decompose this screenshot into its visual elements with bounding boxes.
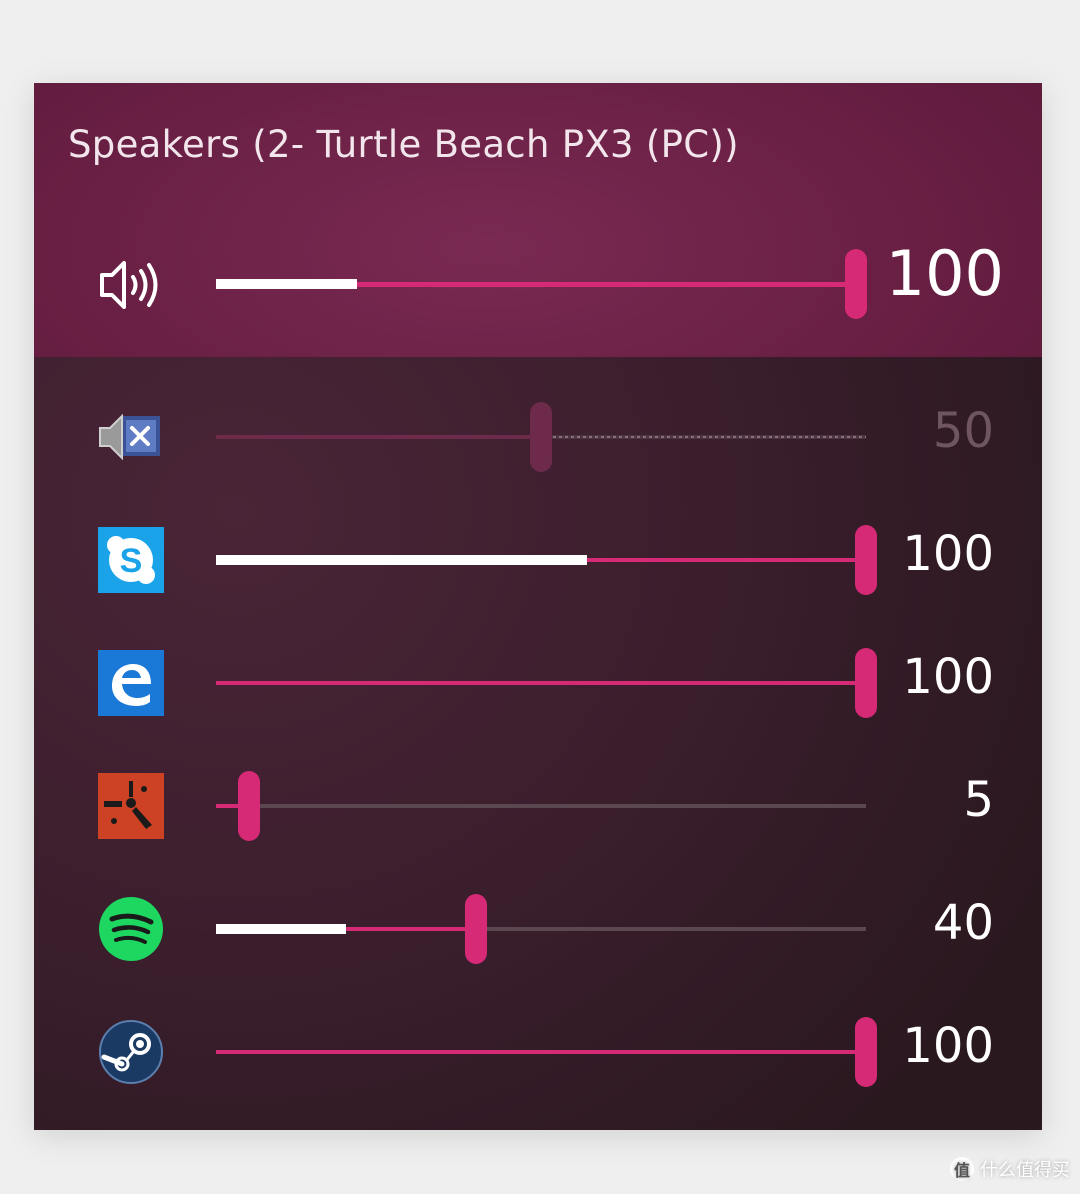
device-header: Speakers (2- Turtle Beach PX3 (PC)) 100 [34, 83, 1042, 357]
app-row-rust: 5 [34, 766, 1042, 846]
rust-game-icon[interactable] [96, 771, 166, 841]
app-volume-thumb[interactable] [855, 648, 877, 718]
app-volume-thumb[interactable] [530, 402, 552, 472]
master-volume-slider[interactable] [216, 249, 867, 319]
svg-text:S: S [120, 542, 143, 580]
app-volume-dotted-track [541, 436, 866, 438]
app-volume-fill [216, 1050, 866, 1054]
edge-icon[interactable] [96, 648, 166, 718]
app-volume-fill [216, 435, 541, 439]
app-volume-list: 50 S 100 100 5 40 100 [34, 357, 1042, 1130]
master-volume-value: 100 [885, 237, 1004, 310]
app-peak-meter [216, 924, 346, 934]
app-volume-slider[interactable] [216, 402, 866, 472]
app-volume-value: 100 [902, 1018, 994, 1074]
app-volume-thumb[interactable] [237, 771, 260, 841]
volume-mixer-panel: Speakers (2- Turtle Beach PX3 (PC)) 100 [34, 83, 1042, 1130]
app-volume-value: 100 [902, 526, 994, 582]
app-volume-fill [216, 681, 866, 685]
spotify-icon[interactable] [96, 894, 166, 964]
skype-icon[interactable]: S [96, 525, 166, 595]
app-volume-value: 100 [902, 649, 994, 705]
watermark-logo: 值 [950, 1157, 974, 1181]
app-volume-thumb[interactable] [465, 894, 487, 964]
app-volume-value: 5 [963, 772, 994, 828]
system-sounds-muted-icon[interactable] [96, 402, 166, 472]
app-volume-slider[interactable] [216, 648, 877, 718]
app-volume-slider[interactable] [216, 525, 877, 595]
site-watermark: 值 什么值得买 [950, 1156, 1070, 1182]
master-volume-thumb[interactable] [845, 249, 867, 319]
app-volume-slider[interactable] [216, 1017, 877, 1087]
app-volume-thumb[interactable] [855, 525, 877, 595]
app-volume-value: 50 [932, 403, 994, 459]
app-row-steam: 100 [34, 1012, 1042, 1092]
app-row-edge: 100 [34, 643, 1042, 723]
app-peak-meter [216, 555, 587, 565]
app-row-system-sounds: 50 [34, 397, 1042, 477]
steam-icon[interactable] [96, 1017, 166, 1087]
watermark-text: 什么值得买 [980, 1160, 1070, 1181]
device-title: Speakers (2- Turtle Beach PX3 (PC)) [68, 123, 739, 166]
master-volume-row: 100 [34, 237, 1042, 325]
app-volume-value: 40 [932, 895, 994, 951]
app-volume-slider[interactable] [216, 894, 866, 964]
app-row-spotify: 40 [34, 889, 1042, 969]
app-row-skype: S 100 [34, 520, 1042, 600]
app-volume-thumb[interactable] [855, 1017, 877, 1087]
app-volume-slider[interactable] [216, 771, 866, 841]
master-peak-meter [216, 279, 357, 289]
speaker-volume-icon[interactable] [96, 249, 168, 321]
